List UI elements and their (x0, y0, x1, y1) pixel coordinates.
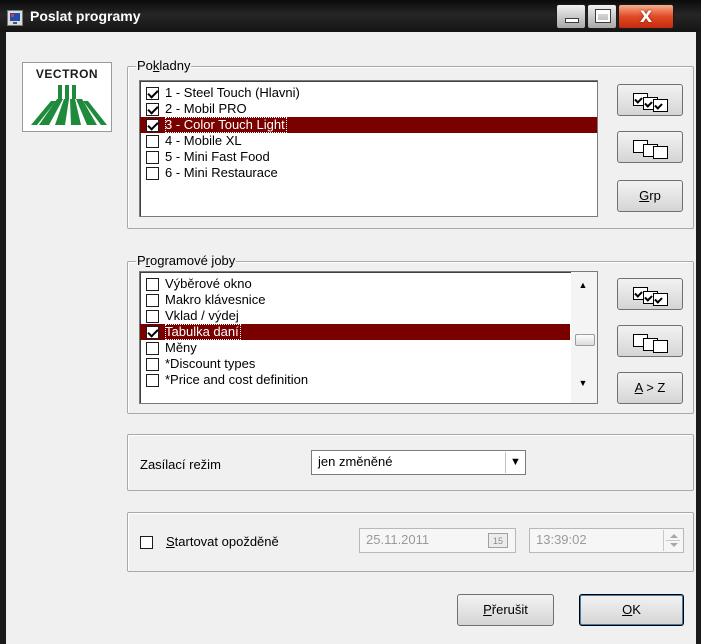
list-item[interactable]: Makro klávesnice (140, 292, 570, 308)
list-item[interactable]: 5 - Mini Fast Food (140, 149, 597, 165)
maximize-button[interactable] (587, 4, 617, 29)
check-all-icon (633, 287, 669, 306)
vectron-logo-mark-icon (31, 85, 107, 125)
list-item[interactable]: *Discount types (140, 356, 570, 372)
list-item-checkbox[interactable] (146, 358, 159, 371)
check-all-icon (633, 93, 669, 112)
logo-text: VECTRON (35, 67, 99, 81)
list-item-checkbox[interactable] (146, 342, 159, 355)
minimize-icon (566, 19, 578, 22)
list-item-checkbox[interactable] (146, 135, 159, 148)
list-item[interactable]: 2 - Mobil PRO (140, 101, 597, 117)
list-item-checkbox[interactable] (146, 278, 159, 291)
window-title: Poslat programy (30, 8, 141, 24)
list-item[interactable]: 1 - Steel Touch (Hlavni) (140, 85, 597, 101)
registers-listbox[interactable]: 1 - Steel Touch (Hlavni) 2 - Mobil PRO 3 -… (139, 80, 598, 217)
delayed-start-label: Startovat opožděně (166, 534, 279, 549)
minimize-button[interactable] (556, 4, 586, 29)
start-time-field[interactable]: 13:39:02 (529, 528, 684, 553)
start-date-value: 25.11.2011 (366, 532, 430, 547)
start-time-value: 13:39:02 (536, 532, 587, 547)
list-item-label: Tabulka daní (165, 324, 241, 340)
list-item[interactable]: 3 - Color Touch Light (140, 117, 597, 133)
list-item[interactable]: Výběrové okno (140, 276, 570, 292)
select-all-registers-button[interactable] (617, 84, 683, 116)
maximize-icon (596, 10, 610, 22)
app-monitor-icon (7, 10, 23, 26)
sort-az-button[interactable]: A > Z (617, 372, 683, 404)
send-mode-label: Zasílací režim (140, 457, 221, 472)
list-item[interactable]: 4 - Mobile XL (140, 133, 597, 149)
scroll-thumb[interactable] (575, 334, 595, 346)
select-all-jobs-button[interactable] (617, 278, 683, 310)
list-item-label: 2 - Mobil PRO (165, 101, 247, 116)
list-item-checkbox[interactable] (146, 374, 159, 387)
deselect-all-registers-button[interactable] (617, 131, 683, 163)
title-bar[interactable]: Poslat programy X (0, 0, 701, 32)
spin-divider (666, 540, 680, 541)
list-item-label: Měny (165, 340, 197, 355)
list-item-label: 4 - Mobile XL (165, 133, 242, 148)
jobs-scrollbar[interactable]: ▲ ▼ (571, 272, 597, 403)
vectron-logo: VECTRON (22, 62, 112, 132)
list-item[interactable]: Vklad / výdej (140, 308, 570, 324)
jobs-group-title: Programové joby (136, 253, 237, 268)
delayed-start-checkbox-wrap[interactable] (140, 536, 153, 549)
ok-button[interactable]: OK (579, 594, 684, 626)
chevron-down-icon[interactable]: ▼ (505, 452, 525, 473)
list-item-checkbox[interactable] (146, 167, 159, 180)
list-item-label: *Price and cost definition (165, 372, 309, 387)
send-mode-dropdown[interactable]: jen změněné ▼ (311, 450, 526, 475)
list-item-label: 5 - Mini Fast Food (165, 149, 270, 164)
list-item-label: Výběrové okno (165, 276, 252, 291)
close-button[interactable]: X (618, 4, 674, 29)
list-item-checkbox[interactable] (146, 119, 159, 132)
list-item-label: Makro klávesnice (165, 292, 266, 307)
list-item-label: 1 - Steel Touch (Hlavni) (165, 85, 300, 100)
scroll-down-arrow-icon[interactable]: ▼ (571, 374, 595, 392)
list-item-label: *Discount types (165, 356, 256, 371)
close-icon: X (639, 7, 653, 26)
list-item[interactable]: Měny (140, 340, 570, 356)
start-date-field[interactable]: 25.11.2011 15 (359, 528, 516, 553)
delayed-start-checkbox[interactable] (140, 536, 153, 549)
spin-down-icon[interactable] (670, 543, 678, 547)
list-item-checkbox[interactable] (146, 326, 159, 339)
spin-up-icon[interactable] (670, 534, 678, 538)
list-item-label: 3 - Color Touch Light (165, 117, 287, 133)
deselect-all-jobs-button[interactable] (617, 325, 683, 357)
list-item-checkbox[interactable] (146, 87, 159, 100)
registers-group-title: Pokladny (136, 58, 192, 73)
cancel-button[interactable]: Přerušit (457, 594, 554, 626)
window-frame-right (696, 32, 701, 644)
list-item-checkbox[interactable] (146, 103, 159, 116)
list-item-label: 6 - Mini Restaurace (165, 165, 278, 180)
list-item[interactable]: *Price and cost definition (140, 372, 570, 388)
scroll-up-arrow-icon[interactable]: ▲ (571, 276, 595, 294)
jobs-listbox[interactable]: Výběrové okno Makro klávesnice Vklad / výd… (139, 271, 598, 404)
time-spinner[interactable] (663, 530, 683, 551)
list-item[interactable]: 6 - Mini Restaurace (140, 165, 597, 181)
group-button[interactable]: Grp (617, 180, 683, 212)
list-item-checkbox[interactable] (146, 310, 159, 323)
list-item-label: Vklad / výdej (165, 308, 239, 323)
send-mode-value: jen změněné (318, 454, 393, 469)
list-item-checkbox[interactable] (146, 294, 159, 307)
calendar-icon[interactable]: 15 (488, 533, 508, 548)
list-item[interactable]: Tabulka daní (140, 324, 570, 340)
uncheck-all-icon (633, 334, 669, 353)
uncheck-all-icon (633, 140, 669, 159)
list-item-checkbox[interactable] (146, 151, 159, 164)
